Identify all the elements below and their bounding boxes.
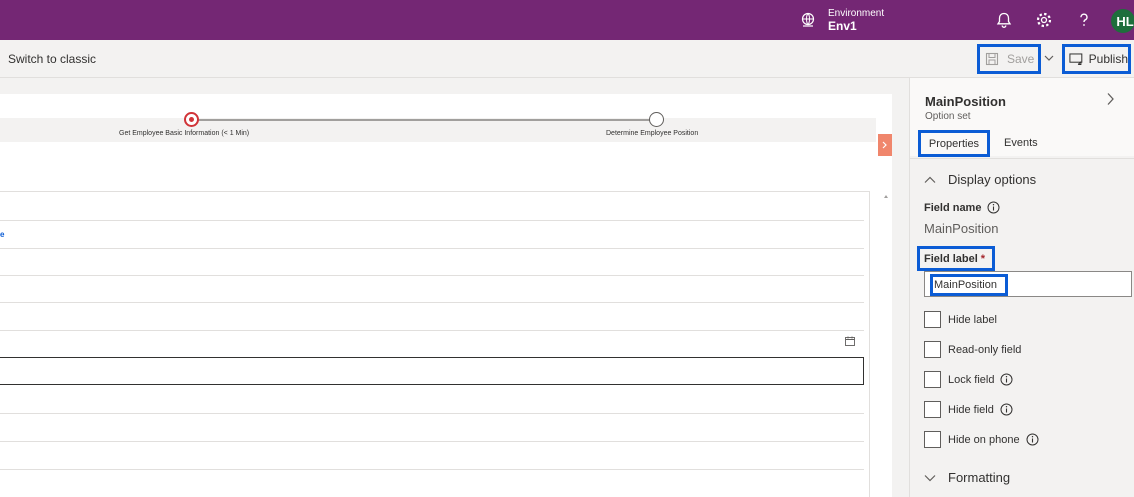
panel-subtitle: Option set (925, 111, 971, 122)
panel-title: MainPosition (925, 94, 1006, 109)
hide-label-checkbox[interactable]: Hide label (924, 311, 997, 328)
field-row-divider (0, 413, 864, 414)
hide-field-checkbox[interactable]: Hide field (924, 401, 1013, 418)
required-asterisk: * (980, 252, 986, 265)
form-section (0, 191, 870, 497)
field-row-divider (0, 302, 864, 303)
tab-properties[interactable]: Properties (918, 130, 990, 157)
field-label-input-value[interactable]: MainPosition (930, 274, 1008, 296)
field-label-text: Field label (924, 252, 978, 265)
save-button[interactable]: Save (977, 44, 1041, 74)
hide-label-text: Hide label (948, 313, 997, 326)
app-header: Environment Env1 HL (0, 0, 1134, 40)
form-canvas: Get Employee Basic Information (< 1 Min)… (0, 78, 909, 497)
field-row-divider (0, 330, 864, 331)
properties-panel: MainPosition Option set Properties Event… (909, 78, 1134, 497)
checkbox-box[interactable] (924, 341, 941, 358)
info-icon[interactable] (1000, 373, 1013, 386)
scroll-up-arrow-icon[interactable] (884, 195, 888, 198)
formatting-label: Formatting (948, 470, 1011, 485)
command-bar: Switch to classic Save Publish (0, 40, 1134, 78)
help-icon[interactable] (1075, 11, 1093, 29)
display-options-header[interactable]: Display options (924, 172, 1036, 187)
stage-label-position[interactable]: Determine Employee Position (606, 130, 698, 137)
hide-field-text: Hide field (948, 403, 994, 416)
tab-divider (910, 158, 1134, 159)
publish-label: Publish (1088, 52, 1128, 66)
field-row-divider (0, 220, 864, 221)
stage-label-basic-info[interactable]: Get Employee Basic Information (< 1 Min) (119, 130, 249, 137)
publish-button[interactable]: Publish (1062, 44, 1131, 74)
checkbox-box[interactable] (924, 401, 941, 418)
field-name-value: MainPosition (924, 221, 999, 236)
field-row-divider (0, 275, 864, 276)
checkbox-box[interactable] (924, 431, 941, 448)
form-scrollbar[interactable] (880, 190, 890, 497)
calendar-icon[interactable] (845, 336, 855, 346)
hide-on-phone-checkbox[interactable]: Hide on phone (924, 431, 1039, 448)
lock-field-checkbox[interactable]: Lock field (924, 371, 1013, 388)
field-name-label-text: Field name (924, 201, 982, 214)
switch-to-classic-button[interactable]: Switch to classic (8, 52, 96, 66)
field-label-label: Field label * (917, 246, 995, 271)
checkbox-box[interactable] (924, 311, 941, 328)
read-only-field-checkbox[interactable]: Read-only field (924, 341, 1021, 358)
hide-on-phone-text: Hide on phone (948, 433, 1020, 446)
read-only-field-text: Read-only field (948, 343, 1022, 356)
user-avatar[interactable]: HL (1111, 9, 1134, 33)
process-connector (192, 119, 657, 121)
display-options-label: Display options (948, 172, 1037, 187)
field-row-divider (0, 469, 864, 470)
field-name-label: Field name (924, 201, 1000, 214)
gear-icon[interactable] (1035, 11, 1053, 29)
process-next-button[interactable] (878, 134, 892, 156)
field-row-divider (0, 248, 864, 249)
info-icon[interactable] (1026, 433, 1039, 446)
checkbox-box[interactable] (924, 371, 941, 388)
environment-name: Env1 (828, 19, 857, 33)
chevron-right-icon (882, 141, 887, 149)
lookup-link-fragment[interactable]: e (0, 230, 4, 239)
save-icon (985, 52, 999, 66)
info-icon[interactable] (1000, 403, 1013, 416)
environment-picker[interactable]: Environment Env1 (800, 4, 884, 36)
chevron-up-icon (924, 176, 936, 183)
globe-icon (801, 12, 815, 27)
save-label: Save (1007, 52, 1035, 66)
selected-field-mainposition[interactable] (0, 357, 864, 385)
collapse-panel-chevron-icon[interactable] (1106, 92, 1116, 106)
tab-events[interactable]: Events (1004, 137, 1038, 149)
chevron-down-icon (924, 474, 936, 481)
field-row-divider (0, 441, 864, 442)
publish-icon (1069, 53, 1083, 65)
chevron-down-icon[interactable] (1043, 52, 1055, 64)
stage-inactive-marker[interactable] (649, 112, 664, 127)
formatting-header[interactable]: Formatting (924, 470, 1010, 485)
lock-field-text: Lock field (948, 373, 995, 386)
info-icon[interactable] (987, 201, 1000, 214)
bell-icon[interactable] (995, 11, 1013, 29)
stage-active-marker[interactable] (184, 112, 199, 127)
